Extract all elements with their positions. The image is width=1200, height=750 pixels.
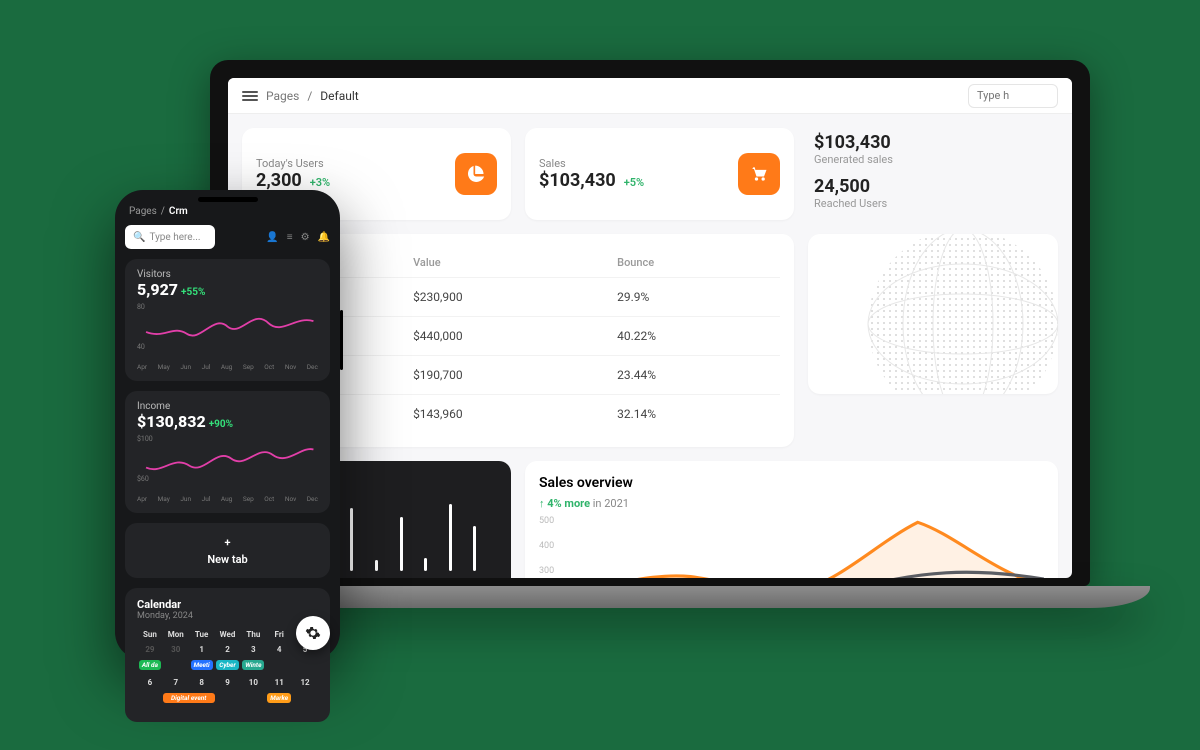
income-delta: +90% [209, 419, 233, 430]
phone-bc-leaf[interactable]: Crm [169, 206, 188, 217]
breadcrumb-leaf[interactable]: Default [320, 89, 358, 103]
visitors-months: AprMayJunJulAugSepOctNovDec [137, 363, 318, 371]
income-sparkline: $100 $60 [137, 435, 318, 493]
visitors-delta: +55% [181, 287, 205, 298]
plus-icon: + [224, 536, 230, 549]
event-chip[interactable]: Winte [242, 660, 264, 670]
event-chip[interactable]: All da [139, 660, 161, 670]
breadcrumb-sep: / [307, 89, 312, 103]
phone-device: Pages / Crm 🔍 Type here... 👤 ≡ ⚙ 🔔 Visit… [115, 190, 340, 660]
event-chip[interactable]: Meeti [191, 660, 213, 670]
calendar-subtitle: Monday, 2024 [137, 611, 318, 621]
globe-icon [863, 234, 1058, 394]
dashboard-content: Today's Users 2,300 +3% Sales $103,430 +… [228, 114, 1072, 578]
topbar: Pages / Default [228, 78, 1072, 114]
event-chip[interactable]: Digital event [163, 693, 215, 703]
search-input[interactable] [968, 84, 1058, 108]
stat-users-label: Today's Users [256, 157, 330, 170]
income-card: Income $130,832+90% $100 $60 AprMayJunJu… [125, 391, 330, 513]
calendar-events-row: Digital event Marke [137, 690, 318, 708]
gear-icon [305, 625, 321, 641]
overview-subtitle: ↑ 4% more in 2021 [539, 497, 1044, 510]
stat-users-delta: +3% [310, 176, 330, 189]
event-chip[interactable]: Cyber [216, 660, 239, 670]
pie-icon[interactable] [455, 153, 497, 195]
menu-icon[interactable]: ≡ [287, 232, 293, 243]
right-metrics: $103,430 Generated sales 24,500 Reached … [808, 128, 1058, 220]
generated-sales-value: $103,430 [814, 132, 1058, 153]
reached-users-value: 24,500 [814, 176, 1058, 197]
bell-icon[interactable]: 🔔 [318, 232, 330, 243]
income-label: Income [137, 401, 318, 412]
phone-toolbar: 🔍 Type here... 👤 ≡ ⚙ 🔔 [125, 225, 330, 249]
stat-sales-delta: +5% [624, 176, 644, 189]
calendar-row: 6789101112 [137, 675, 318, 690]
calendar-card: Calendar Monday, 2024 SunMonTueWedThuFri… [125, 588, 330, 722]
search-icon: 🔍 [133, 232, 145, 243]
th-bounce: Bounce [607, 248, 780, 278]
cart-icon[interactable] [738, 153, 780, 195]
stat-sales-label: Sales [539, 157, 644, 170]
th-value: Value [403, 248, 607, 278]
stat-sales-value: $103,430 [539, 170, 616, 191]
breadcrumb-root[interactable]: Pages [266, 89, 299, 103]
calendar-events-row: All da MeetiCyberWinte [137, 657, 318, 675]
gear-icon[interactable]: ⚙ [301, 232, 310, 243]
arrow-up-icon: ↑ [539, 497, 547, 510]
calendar-title: Calendar [137, 598, 318, 611]
phone-breadcrumb: Pages / Crm [129, 206, 326, 217]
income-months: AprMayJunJulAugSepOctNovDec [137, 495, 318, 503]
visitors-sparkline: 80 40 [137, 303, 318, 361]
event-chip[interactable]: Marke [267, 693, 291, 703]
visitors-card: Visitors 5,927+55% 80 40 AprMayJunJulAug… [125, 259, 330, 381]
globe-card [808, 234, 1058, 394]
visitors-label: Visitors [137, 269, 318, 280]
sales-overview-card: Sales overview ↑ 4% more in 2021 500 400… [525, 461, 1058, 578]
new-tab-button[interactable]: + New tab [125, 523, 330, 578]
calendar-dow: SunMonTueWedThuFriSat [137, 627, 318, 642]
phone-bc-root[interactable]: Pages [129, 206, 157, 217]
user-icon[interactable]: 👤 [266, 232, 278, 243]
laptop-screen: Pages / Default Today's Users 2,300 +3% [228, 78, 1072, 578]
income-value: $130,832 [137, 412, 206, 431]
hamburger-icon[interactable] [242, 91, 258, 101]
phone-search-input[interactable]: 🔍 Type here... [125, 225, 215, 249]
settings-fab[interactable] [296, 616, 330, 650]
reached-users-label: Reached Users [814, 197, 1058, 210]
visitors-value: 5,927 [137, 280, 178, 299]
stat-card-sales: Sales $103,430 +5% [525, 128, 794, 220]
overview-title: Sales overview [539, 475, 1044, 491]
generated-sales-label: Generated sales [814, 153, 1058, 166]
overview-chart: 500 400 300 200 [539, 516, 1044, 578]
calendar-row: 293012345 [137, 642, 318, 657]
stat-users-value: 2,300 [256, 170, 302, 191]
